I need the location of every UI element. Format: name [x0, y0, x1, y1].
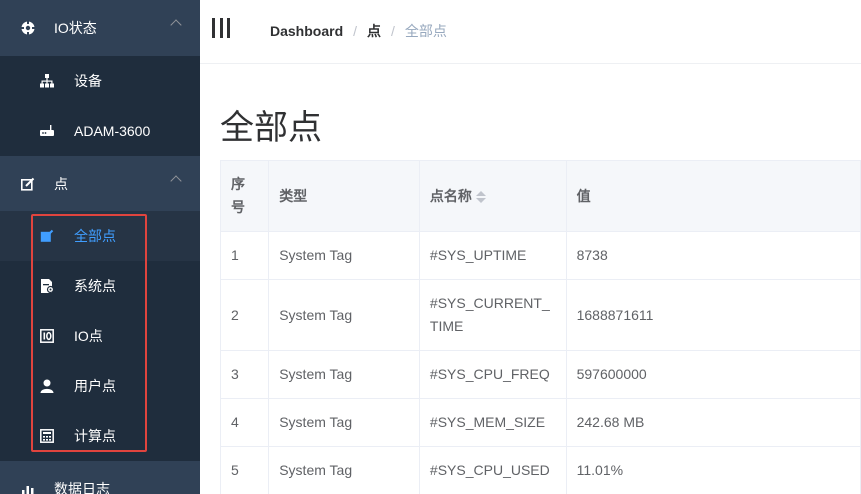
- table-header-row: 序号 类型 点名称 值: [219, 160, 861, 232]
- breadcrumb-item-points[interactable]: 点: [367, 21, 381, 41]
- device-tree-icon: [39, 73, 55, 89]
- navbar: Dashboard / 点 / 全部点: [200, 0, 861, 64]
- cell-name: #SYS_MEM_SIZE: [418, 398, 567, 447]
- sidebar-item-label: 数据日志: [54, 481, 110, 494]
- system-points-icon: [39, 278, 55, 294]
- cell-type: System Tag: [268, 279, 420, 351]
- sidebar-item-system-points[interactable]: 系统点: [0, 261, 200, 311]
- cell-index: 4: [219, 398, 270, 447]
- cell-name: #SYS_CPU_USED: [418, 446, 567, 494]
- edit-icon: [20, 176, 36, 192]
- chevron-up-icon: [170, 175, 182, 187]
- sidebar-item-all-points[interactable]: 全部点: [0, 211, 200, 261]
- column-header-index: 序号: [219, 160, 270, 232]
- hamburger-icon[interactable]: [212, 18, 230, 38]
- column-header-value: 值: [565, 160, 861, 232]
- sidebar-item-calc-points[interactable]: 计算点: [0, 411, 200, 461]
- cell-type: System Tag: [268, 231, 420, 280]
- points-table: 序号 类型 点名称 值 1 System Tag #SYS_UPTIME 873…: [219, 160, 861, 494]
- sidebar-item-label: 全部点: [74, 228, 116, 244]
- cell-index: 5: [219, 446, 270, 494]
- cell-index: 1: [219, 231, 270, 280]
- column-header-type: 类型: [268, 160, 420, 232]
- router-icon: [39, 123, 55, 139]
- sidebar-item-io-status[interactable]: IO状态: [0, 3, 200, 53]
- cell-type: System Tag: [268, 350, 420, 399]
- breadcrumb: Dashboard / 点 / 全部点: [270, 21, 447, 41]
- table-row: 4 System Tag #SYS_MEM_SIZE 242.68 MB: [219, 398, 861, 447]
- cell-value: 597600000: [565, 350, 861, 399]
- sidebar-item-label: 点: [54, 176, 68, 192]
- cell-name: #SYS_CPU_FREQ: [418, 350, 567, 399]
- sidebar-item-label: 用户点: [74, 378, 116, 394]
- cell-type: System Tag: [268, 446, 420, 494]
- cell-index: 3: [219, 350, 270, 399]
- cell-value: 11.01%: [565, 446, 861, 494]
- breadcrumb-item-dashboard[interactable]: Dashboard: [270, 23, 343, 39]
- sidebar-item-label: 计算点: [74, 428, 116, 444]
- table-row: 3 System Tag #SYS_CPU_FREQ 597600000: [219, 350, 861, 399]
- breadcrumb-item-current: 全部点: [404, 23, 447, 39]
- table-row: 1 System Tag #SYS_UPTIME 8738: [219, 231, 861, 280]
- sidebar-item-label: 系统点: [74, 278, 116, 294]
- sidebar: IO状态 设备 ADAM-3600 点 全部点 系统点 IO点 用户点 计算点 …: [0, 0, 200, 494]
- sidebar-item-label: IO点: [74, 328, 103, 344]
- sidebar-item-device[interactable]: 设备: [0, 56, 200, 106]
- cell-value: 8738: [565, 231, 861, 280]
- cell-value: 242.68 MB: [565, 398, 861, 447]
- sidebar-item-data-log[interactable]: 数据日志: [0, 464, 200, 494]
- sidebar-item-adam-3600[interactable]: ADAM-3600: [0, 106, 200, 156]
- table-row: 2 System Tag #SYS_CURRENT_TIME 168887161…: [219, 279, 861, 351]
- sidebar-item-user-points[interactable]: 用户点: [0, 361, 200, 411]
- sidebar-item-label: IO状态: [54, 20, 97, 36]
- calculator-icon: [39, 428, 55, 444]
- cell-index: 2: [219, 279, 270, 351]
- sidebar-item-io-points[interactable]: IO点: [0, 311, 200, 361]
- table-row: 5 System Tag #SYS_CPU_USED 11.01%: [219, 446, 861, 494]
- cell-name: #SYS_UPTIME: [418, 231, 567, 280]
- io-status-icon: [20, 20, 36, 36]
- page-title: 全部点: [220, 109, 322, 147]
- cell-type: System Tag: [268, 398, 420, 447]
- chart-icon: [20, 481, 36, 494]
- cell-value: 1688871611: [565, 279, 861, 351]
- chevron-up-icon: [170, 19, 182, 31]
- all-points-icon: [39, 228, 55, 244]
- user-icon: [39, 378, 55, 394]
- sidebar-item-label: 设备: [74, 73, 102, 89]
- column-header-name[interactable]: 点名称: [418, 160, 567, 232]
- cell-name: #SYS_CURRENT_TIME: [418, 279, 567, 351]
- sidebar-item-points[interactable]: 点: [0, 159, 200, 209]
- sort-icon[interactable]: [475, 191, 486, 204]
- sidebar-item-label: ADAM-3600: [74, 123, 151, 139]
- breadcrumb-separator: /: [353, 23, 358, 39]
- io-points-icon: [39, 328, 55, 344]
- breadcrumb-separator: /: [391, 23, 395, 39]
